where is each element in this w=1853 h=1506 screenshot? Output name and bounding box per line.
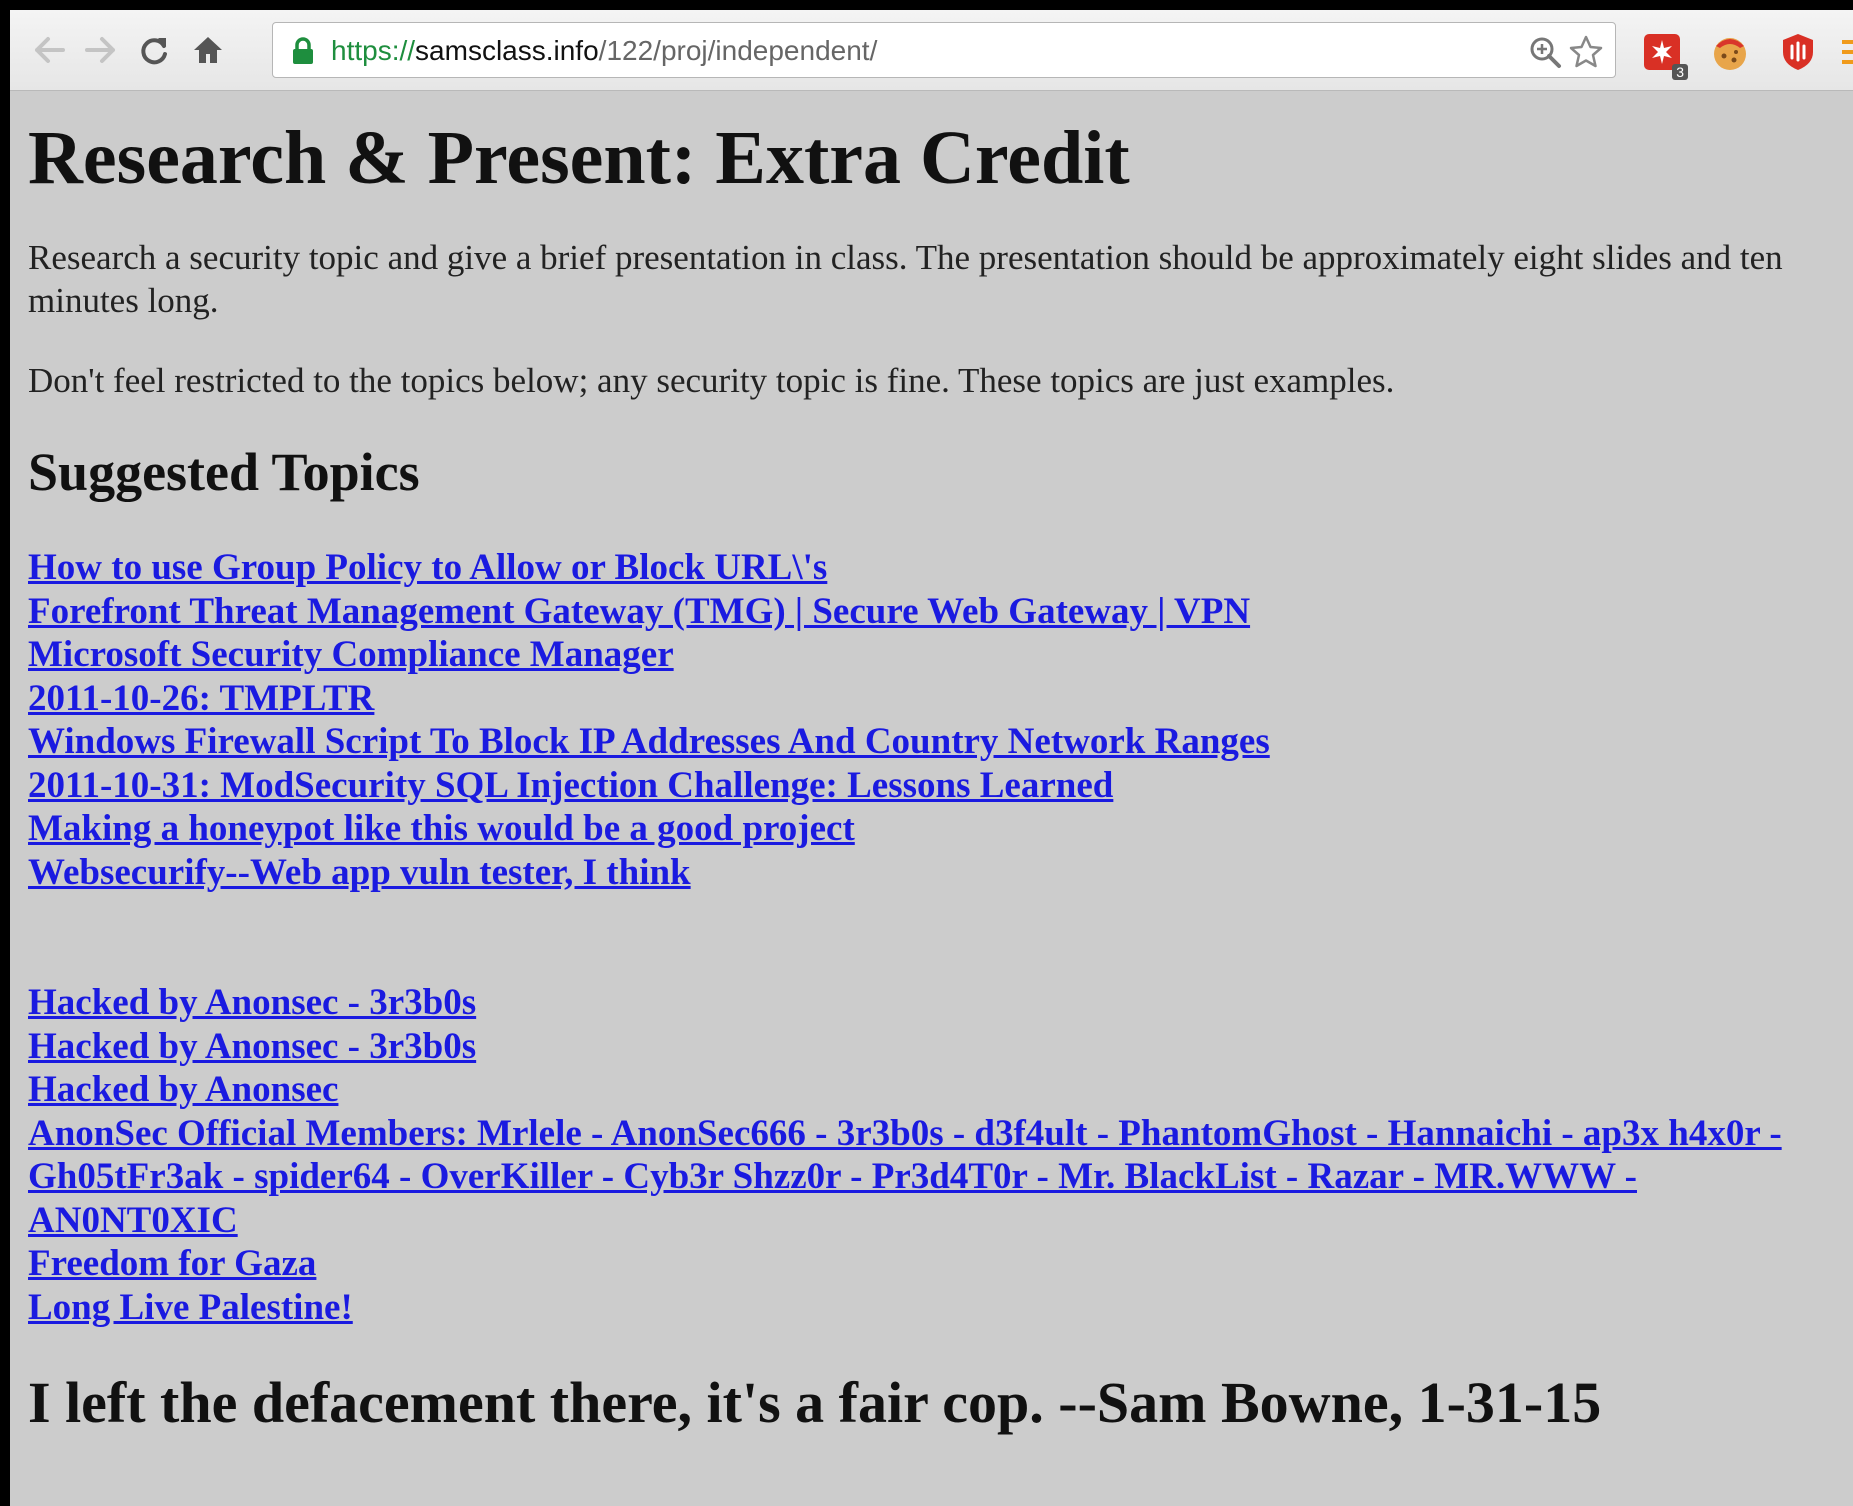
footer-note: I left the defacement there, it's a fair… (28, 1370, 1602, 1435)
topic-link[interactable]: 2011-10-31: ModSecurity SQL Injection Ch… (28, 764, 1838, 808)
intro-paragraph: Research a security topic and give a bri… (28, 238, 1783, 320)
topic-link[interactable]: Making a honeypot like this would be a g… (28, 807, 1838, 851)
page-content: Research & Present: Extra Credit Researc… (28, 90, 1838, 1437)
cookie-extension-icon (1714, 38, 1746, 70)
defacement-link[interactable]: Hacked by Anonsec (28, 1068, 1828, 1112)
url-scheme: https:// (331, 35, 416, 66)
topic-link[interactable]: Windows Firewall Script To Block IP Addr… (28, 720, 1838, 764)
defacement-members-link[interactable]: AnonSec Official Members: Mrlele - AnonS… (28, 1112, 1828, 1243)
back-button[interactable] (28, 28, 72, 72)
url-text[interactable]: https://samsclass.info/122/proj/independ… (331, 34, 877, 68)
topics-note-paragraph: Don't feel restricted to the topics belo… (28, 361, 1395, 400)
forward-button[interactable] (78, 28, 122, 72)
browser-toolbar: https://samsclass.info/122/proj/independ… (10, 10, 1853, 91)
url-path: /122/proj/independent/ (598, 35, 878, 66)
defacement-links-list: Hacked by Anonsec - 3r3b0s Hacked by Ano… (28, 981, 1828, 1329)
zoom-icon[interactable] (1528, 35, 1562, 69)
reload-icon (141, 38, 167, 65)
topic-link[interactable]: Microsoft Security Compliance Manager (28, 633, 1838, 677)
home-icon (194, 37, 222, 63)
red-shield-extension-icon (1783, 34, 1813, 70)
bookmark-star-icon[interactable] (1569, 35, 1603, 69)
url-host: samsclass.info (415, 35, 599, 66)
suggested-topics-heading: Suggested Topics (28, 442, 420, 502)
topic-links-list: How to use Group Policy to Allow or Bloc… (28, 546, 1838, 894)
defacement-link[interactable]: Long Live Palestine! (28, 1286, 1828, 1330)
forward-arrow-icon (85, 37, 115, 63)
topic-link[interactable]: Websecurify--Web app vuln tester, I thin… (28, 851, 1838, 895)
address-bar[interactable]: https://samsclass.info/122/proj/independ… (272, 22, 1616, 78)
home-button[interactable] (186, 28, 230, 72)
reload-button[interactable] (132, 28, 176, 72)
extension-button-shield[interactable] (1778, 32, 1818, 72)
topic-link[interactable]: 2011-10-26: TMPLTR (28, 677, 1838, 721)
topic-link[interactable]: Forefront Threat Management Gateway (TMG… (28, 590, 1838, 634)
lock-icon (293, 37, 313, 64)
extension-button-cookie[interactable] (1710, 32, 1750, 72)
extension-badge: 3 (1672, 64, 1688, 80)
page-title: Research & Present: Extra Credit (28, 116, 1130, 200)
defacement-link[interactable]: Freedom for Gaza (28, 1242, 1828, 1286)
menu-button[interactable] (1838, 32, 1853, 72)
browser-window: https://samsclass.info/122/proj/independ… (10, 10, 1853, 1506)
topic-link[interactable]: How to use Group Policy to Allow or Bloc… (28, 546, 1838, 590)
defacement-link[interactable]: Hacked by Anonsec - 3r3b0s (28, 981, 1828, 1025)
menu-icon (1842, 40, 1853, 64)
defacement-link[interactable]: Hacked by Anonsec - 3r3b0s (28, 1025, 1828, 1069)
back-arrow-icon (35, 37, 65, 63)
extension-button-red[interactable]: 3 (1642, 32, 1688, 80)
